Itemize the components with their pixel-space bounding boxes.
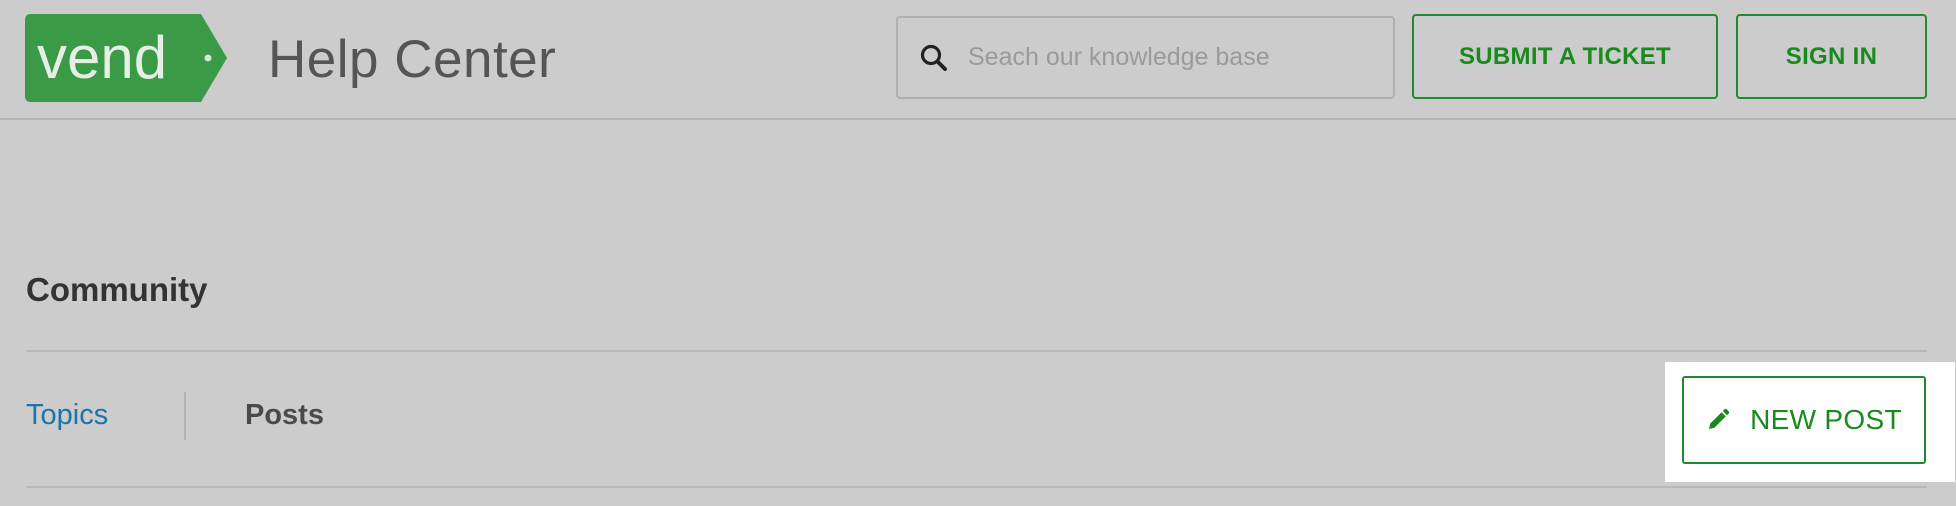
tab-posts[interactable]: Posts (245, 395, 324, 435)
logo-wordmark: vend (37, 24, 167, 91)
help-center-page: vend Help Center SUBMIT A TICKET SIGN IN… (0, 0, 1956, 506)
help-center-title: Help Center (268, 30, 557, 89)
community-heading: Community (26, 271, 208, 308)
divider-bottom (26, 486, 1927, 488)
search-field[interactable] (896, 16, 1395, 99)
submit-ticket-button[interactable]: SUBMIT A TICKET (1412, 14, 1718, 99)
vend-logo-graphic: vend (25, 14, 227, 102)
search-input[interactable] (968, 18, 1378, 97)
vend-logo[interactable]: vend (25, 14, 227, 102)
search-icon (920, 44, 947, 71)
new-post-label: NEW POST (1750, 404, 1902, 435)
new-post-button[interactable]: NEW POST (1682, 376, 1926, 464)
tab-divider (184, 392, 186, 440)
pencil-icon (1709, 408, 1730, 429)
tab-topics[interactable]: Topics (26, 395, 108, 435)
sign-in-button[interactable]: SIGN IN (1736, 14, 1927, 99)
divider-top (26, 350, 1927, 352)
site-header: vend Help Center SUBMIT A TICKET SIGN IN (0, 0, 1956, 120)
